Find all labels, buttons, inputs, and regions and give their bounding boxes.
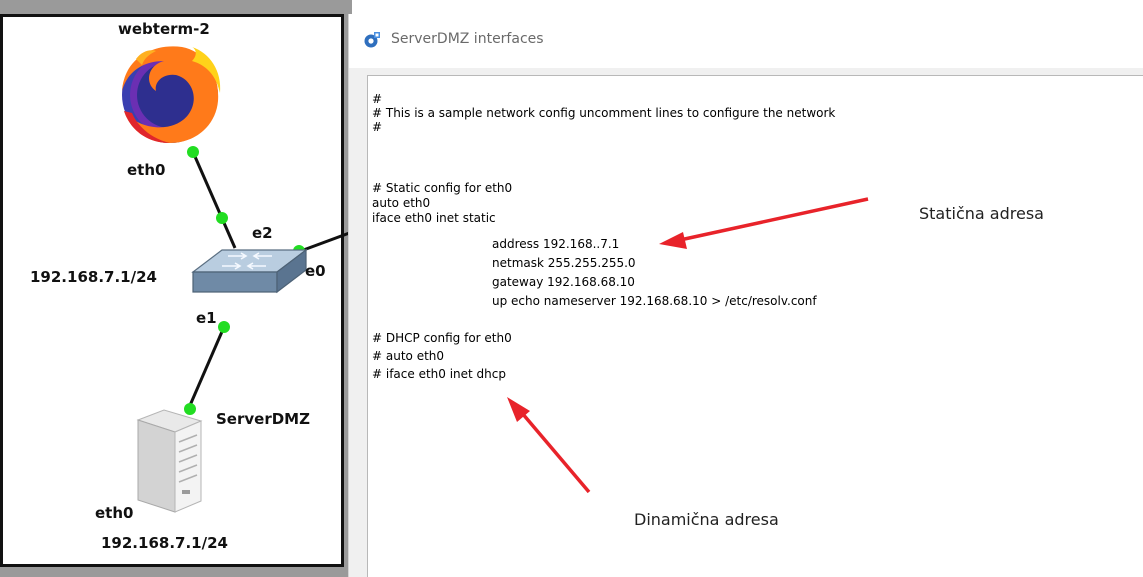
firefox-icon[interactable]: [122, 46, 221, 144]
switch-port-e2-label: e2: [252, 224, 273, 242]
config-line: # DHCP config for eth0: [372, 331, 512, 345]
link-endpoint-dot: [187, 146, 199, 158]
interfaces-dialog: ServerDMZ interfaces # # This is a sampl…: [348, 14, 1143, 577]
link-switch-dialog-edge[interactable]: [297, 230, 352, 254]
server-name-label: ServerDMZ: [216, 410, 310, 428]
switch-subnet-label: 192.168.7.1/24: [30, 268, 157, 286]
link-webterm-switch[interactable]: [191, 151, 237, 249]
config-line: # This is a sample network config uncomm…: [372, 106, 836, 120]
dynamic-address-annotation: Dinamična adresa: [634, 510, 779, 529]
webterm-name-label: webterm-2: [118, 20, 210, 38]
link-switch-server[interactable]: [186, 326, 226, 411]
config-line: up echo nameserver 192.168.68.10 > /etc/…: [492, 294, 817, 308]
server-ip-label: 192.168.7.1/24: [101, 534, 228, 552]
dialog-titlebar[interactable]: ServerDMZ interfaces: [349, 14, 1143, 68]
link-endpoint-dot: [184, 403, 196, 415]
link-endpoint-dot: [218, 321, 230, 333]
config-line: #: [372, 120, 383, 134]
topology-links: [122, 46, 352, 513]
config-line: # auto eth0: [372, 349, 445, 363]
link-endpoint-dot: [216, 212, 228, 224]
static-address-annotation: Statična adresa: [919, 204, 1044, 223]
topology-panel: webterm-2 eth0 e2 192.168.7.1/24 e0 e1 S…: [0, 0, 352, 577]
server-tower-icon[interactable]: [136, 409, 203, 513]
config-line: netmask 255.255.255.0: [492, 256, 636, 270]
webterm-port-label: eth0: [127, 161, 166, 179]
gns3-app-icon: [364, 32, 380, 48]
config-line: address 192.168..7.1: [492, 237, 620, 251]
config-line: #: [372, 92, 383, 106]
switch-port-e0-label: e0: [305, 262, 326, 280]
switch-port-e1-label: e1: [196, 309, 217, 327]
config-text-editor[interactable]: # # This is a sample network config unco…: [367, 75, 1143, 577]
config-line: # Static config for eth0: [372, 181, 513, 195]
config-line: iface eth0 inet static: [372, 211, 496, 225]
config-line: gateway 192.168.68.10: [492, 275, 635, 289]
config-line: # iface eth0 inet dhcp: [372, 367, 506, 381]
server-port-label: eth0: [95, 504, 134, 522]
config-line: auto eth0: [372, 196, 431, 210]
dialog-title: ServerDMZ interfaces: [391, 31, 544, 47]
ethernet-switch-icon[interactable]: [191, 248, 308, 294]
